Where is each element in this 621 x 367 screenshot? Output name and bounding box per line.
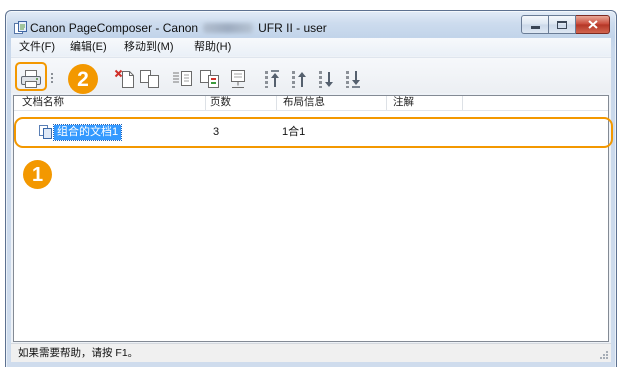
minimize-button[interactable] [521,15,549,34]
move-to-bottom-button[interactable] [345,68,361,89]
window-title-suffix: UFR II - user [258,20,327,35]
resize-grip-icon[interactable] [598,349,609,360]
redacted-title-segment [203,22,254,33]
delete-document-button[interactable] [114,68,136,89]
window-controls [521,15,610,34]
duplicate-document-icon [139,69,161,89]
menu-bar: 文件(F) 编辑(E) 移动到(M) 帮助(H) [11,38,611,56]
delete-document-icon [114,69,136,89]
column-divider[interactable] [205,96,206,110]
duplicate-document-button[interactable] [139,68,161,89]
column-divider[interactable] [276,96,277,110]
move-up-button[interactable] [291,68,307,89]
column-header-document-name[interactable]: 文档名称 [22,96,64,110]
preview-icon [227,69,249,89]
maximize-icon [557,20,567,29]
column-header-notes[interactable]: 注解 [393,96,414,110]
document-row-highlight [14,117,613,148]
column-header-layout[interactable]: 布局信息 [283,96,325,110]
menu-help[interactable]: 帮助(H) [194,38,231,56]
toolbar [11,57,611,93]
combine-documents-button[interactable] [172,68,194,89]
column-header-pages[interactable]: 页数 [210,96,231,110]
list-header: 文档名称 页数 布局信息 注解 [14,96,608,111]
move-down-icon [318,69,334,89]
close-button[interactable] [576,15,610,34]
menu-edit[interactable]: 编辑(E) [70,38,107,56]
preview-button[interactable] [227,68,249,89]
pagecomposer-app-icon[interactable] [13,20,28,35]
maximize-button[interactable] [549,15,576,34]
toolbar-separator [51,73,53,83]
menu-move-to[interactable]: 移动到(M) [124,38,174,56]
status-bar: 如果需要帮助，请按 F1。 [11,343,611,362]
menu-file[interactable]: 文件(F) [19,38,55,56]
title-bar[interactable]: Canon PageComposer - Canon UFR II - user [30,19,327,36]
close-icon [587,20,598,29]
minimize-icon [530,26,540,29]
move-down-button[interactable] [318,68,334,89]
column-divider[interactable] [462,96,463,110]
combine-documents-icon [172,69,194,89]
callout-step-1: 1 [23,160,52,189]
callout-step-2: 2 [68,64,98,94]
status-text: 如果需要帮助，请按 F1。 [18,347,139,359]
app-window: Canon PageComposer - Canon UFR II - user… [5,10,617,367]
print-button-highlight [15,62,47,91]
move-up-icon [291,69,307,89]
move-to-top-button[interactable] [264,68,280,89]
move-to-bottom-icon [345,69,361,89]
split-document-button[interactable] [199,68,221,89]
move-to-top-icon [264,69,280,89]
column-divider[interactable] [386,96,387,110]
window-title: Canon PageComposer - Canon [30,20,199,35]
client-area: 文件(F) 编辑(E) 移动到(M) 帮助(H) 文档名称 页数 布局信息 注解… [11,38,611,362]
split-document-icon [199,69,221,89]
